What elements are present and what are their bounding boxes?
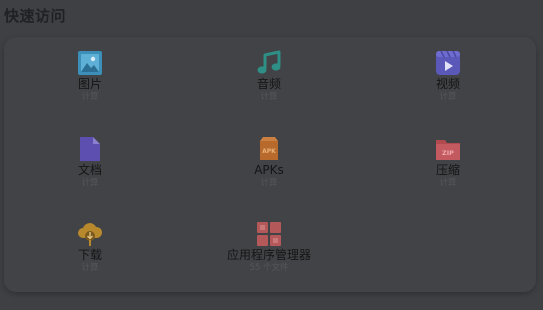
quick-access-label: 文档: [77, 163, 102, 177]
image-icon: [78, 51, 102, 75]
quick-access-audio[interactable]: 音频 计算: [199, 50, 339, 103]
quick-access-sub: 计算: [81, 92, 99, 102]
cloud-download-icon: [78, 223, 103, 246]
quick-access-apks[interactable]: APK APKs 计算: [199, 136, 339, 189]
quick-access-label: 音频: [256, 77, 281, 91]
quick-access-sub: 55 个文件: [249, 263, 289, 273]
quick-access-video[interactable]: 视频 计算: [378, 50, 518, 103]
quick-access-sub: 计算: [81, 263, 99, 273]
quick-access-archives[interactable]: ZIP 压缩 计算: [378, 136, 518, 189]
quick-access-label: 图片: [77, 77, 102, 91]
music-note-icon: [257, 50, 281, 74]
zip-folder-icon: ZIP: [436, 140, 460, 160]
quick-access-downloads[interactable]: 下载 计算: [20, 221, 160, 274]
quick-access-label: 下载: [77, 248, 102, 262]
quick-access-sub: 计算: [260, 178, 278, 188]
quick-access-sub: 计算: [439, 178, 457, 188]
document-icon: [80, 137, 100, 161]
apk-icon: APK: [260, 137, 278, 160]
quick-access-app-manager[interactable]: 应用程序管理器 55 个文件: [199, 221, 339, 274]
quick-access-label: 应用程序管理器: [226, 248, 311, 262]
quick-access-sub: 计算: [260, 92, 278, 102]
quick-access-label: 压缩: [435, 163, 460, 177]
quick-access-sub: 计算: [439, 92, 457, 102]
video-icon: [436, 50, 460, 75]
quick-access-images[interactable]: 图片 计算: [20, 50, 160, 103]
svg-text:ZIP: ZIP: [442, 149, 454, 157]
quick-access-documents[interactable]: 文档 计算: [20, 136, 160, 189]
quick-access-card: 图片 计算 音频 计算 视频 计算 文档 计算 APK APKs 计算 ZIP …: [4, 37, 536, 292]
quick-access-title: 快速访问: [4, 7, 67, 25]
quick-access-label: 视频: [435, 77, 460, 91]
svg-text:APK: APK: [262, 148, 276, 155]
app-manager-icon: [257, 222, 281, 246]
quick-access-sub: 计算: [81, 178, 99, 188]
quick-access-label: APKs: [254, 163, 284, 177]
